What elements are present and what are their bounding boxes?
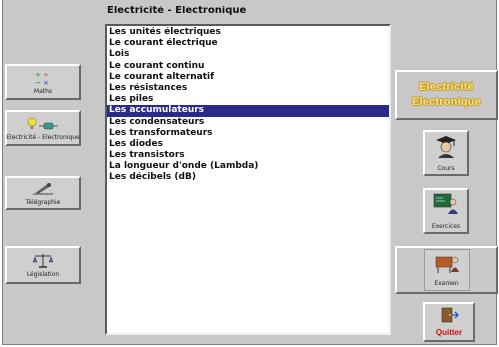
blackboard-teacher-icon [433, 192, 459, 221]
telegraphie-label: Télégraphie [25, 198, 61, 206]
list-item[interactable]: Les condensateurs [107, 117, 389, 128]
examen-button[interactable]: Examen [423, 249, 470, 291]
cours-label: Cours [437, 165, 455, 172]
list-title: Electricité - Electronique [107, 6, 247, 16]
examen-label: Examen [434, 279, 459, 287]
legislation-label: Législation [26, 270, 60, 278]
list-item-selected[interactable]: Les accumulateurs [107, 105, 389, 117]
list-item[interactable]: Les transistors [107, 150, 389, 161]
list-item[interactable]: Les piles [107, 94, 389, 105]
exercices-button[interactable]: Exercices [423, 188, 469, 234]
examen-frame: Examen [395, 246, 498, 294]
list-item[interactable]: Les décibels (dB) [107, 172, 389, 183]
svg-text:−: − [35, 79, 41, 86]
list-item[interactable]: Le courant continu [107, 61, 389, 72]
telegraph-key-icon [30, 181, 56, 197]
list-item[interactable]: Les résistances [107, 83, 389, 94]
app-window: + ÷ − × Maths Electricité - Electronique [2, 0, 498, 345]
section-title-line2: Electronique [411, 96, 482, 108]
list-item[interactable]: La longueur d'onde (Lambda) [107, 161, 389, 172]
exam-desk-icon [434, 254, 460, 279]
list-item[interactable]: Les transformateurs [107, 128, 389, 139]
electricite-button[interactable]: Electricité - Electronique [5, 110, 81, 146]
quitter-button[interactable]: Quitter [423, 302, 475, 342]
list-item[interactable]: Les diodes [107, 139, 389, 150]
section-title-line1: Electricité [419, 81, 474, 93]
maths-button[interactable]: + ÷ − × Maths [5, 64, 81, 100]
list-item[interactable]: Les unités électriques [107, 27, 389, 38]
quitter-label: Quitter [435, 328, 463, 337]
section-title-box: Electricité Electronique [395, 70, 498, 120]
list-item[interactable]: Lois [107, 49, 389, 60]
lightbulb-resistor-icon [26, 116, 60, 132]
graduate-icon [434, 134, 458, 163]
legislation-button[interactable]: Législation [5, 246, 81, 284]
svg-text:+: + [35, 71, 41, 79]
math-symbols-icon: + ÷ − × [32, 70, 54, 86]
exercices-label: Exercices [431, 223, 461, 230]
svg-text:×: × [43, 79, 49, 86]
list-item[interactable]: Le courant alternatif [107, 72, 389, 83]
cours-button[interactable]: Cours [423, 130, 469, 176]
telegraphie-button[interactable]: Télégraphie [5, 176, 81, 210]
list-item[interactable]: Le courant électrique [107, 38, 389, 49]
electricite-label: Electricité - Electronique [6, 133, 80, 141]
svg-text:÷: ÷ [43, 71, 49, 79]
maths-label: Maths [33, 87, 53, 95]
exit-door-icon [439, 307, 459, 328]
chapter-list[interactable]: Les unités électriques Le courant électr… [105, 24, 391, 335]
scales-of-justice-icon [32, 253, 54, 269]
